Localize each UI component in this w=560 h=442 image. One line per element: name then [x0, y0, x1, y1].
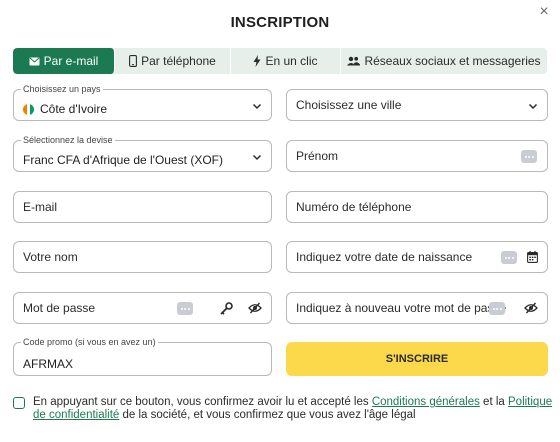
email-field[interactable]: E-mail [13, 191, 272, 223]
promo-code-field[interactable]: Code promo (si vous en avez un) AFRMAX [13, 336, 272, 376]
autofill-icon[interactable] [501, 251, 517, 264]
password-field[interactable]: Mot de passe [13, 292, 272, 324]
country-legend: Choisissez un pays [21, 83, 103, 95]
last-name-placeholder: Votre nom [23, 250, 78, 264]
tab-phone[interactable]: Par téléphone [115, 48, 231, 74]
city-placeholder: Choisissez une ville [296, 98, 402, 112]
tab-label: Par téléphone [141, 54, 216, 68]
eye-slash-icon[interactable] [248, 301, 262, 315]
page-title: INSCRIPTION [230, 14, 330, 31]
envelope-icon [29, 57, 40, 66]
tab-label: En un clic [265, 54, 318, 68]
last-name-field[interactable]: Votre nom [13, 241, 272, 273]
phone-field[interactable]: Numéro de téléphone [286, 191, 548, 223]
password-repeat-placeholder: Indiquez à nouveau votre mot de passe [296, 301, 507, 315]
registration-tabs: Par e-mail Par téléphone En un clic Rése… [13, 48, 547, 74]
key-icon[interactable] [219, 301, 233, 315]
country-select[interactable]: Choisissez un pays Côte d'Ivoire [13, 83, 272, 121]
phone-placeholder: Numéro de téléphone [296, 200, 412, 214]
calendar-icon[interactable] [526, 250, 538, 263]
tab-social[interactable]: Réseaux sociaux et messageries [341, 48, 547, 74]
ivory-coast-flag-icon [23, 103, 34, 115]
promo-legend: Code promo (si vous en avez un) [21, 336, 158, 348]
password-repeat-field[interactable]: Indiquez à nouveau votre mot de passe [286, 292, 548, 324]
city-select[interactable]: Choisissez une ville [286, 89, 548, 121]
terms-notice: En appuyant sur ce bouton, vous confirme… [13, 396, 553, 422]
register-button[interactable]: S'INSCRIRE [286, 342, 548, 376]
tab-label: Par e-mail [43, 54, 99, 68]
currency-legend: Sélectionnez la devise [21, 134, 115, 146]
first-name-field[interactable]: Prénom [286, 140, 548, 172]
terms-conditions-link[interactable]: Conditions générales [372, 396, 480, 408]
password-placeholder: Mot de passe [23, 301, 96, 315]
birthdate-field[interactable]: Indiquez votre date de naissance [286, 241, 548, 273]
chevron-down-icon [252, 103, 262, 110]
chevron-down-icon [252, 154, 262, 161]
terms-text: de la société, et vous confirmez que vou… [119, 409, 416, 421]
terms-text: et la [479, 396, 508, 408]
tab-label: Réseaux sociaux et messageries [364, 54, 541, 68]
currency-select[interactable]: Sélectionnez la devise Franc CFA d'Afriq… [13, 134, 272, 172]
lightning-icon [253, 55, 261, 67]
birthdate-placeholder: Indiquez votre date de naissance [296, 250, 473, 264]
phone-icon [129, 55, 138, 67]
autofill-icon[interactable] [177, 302, 193, 315]
autofill-icon[interactable] [521, 150, 537, 163]
terms-checkbox[interactable] [13, 397, 25, 409]
eye-slash-icon[interactable] [524, 301, 538, 315]
chevron-down-icon [528, 103, 538, 110]
currency-value: Franc CFA d'Afrique de l'Ouest (XOF) [23, 153, 223, 167]
country-value-wrap: Côte d'Ivoire [23, 102, 107, 116]
users-icon [347, 56, 361, 66]
terms-text: En appuyant sur ce bouton, vous confirme… [33, 396, 372, 408]
tab-one-click[interactable]: En un clic [231, 48, 341, 74]
tab-email[interactable]: Par e-mail [13, 48, 115, 74]
email-placeholder: E-mail [23, 200, 58, 214]
promo-value: AFRMAX [23, 357, 74, 371]
close-icon[interactable]: × [536, 4, 552, 20]
country-value: Côte d'Ivoire [40, 102, 107, 116]
first-name-placeholder: Prénom [296, 149, 339, 163]
autofill-icon[interactable] [489, 302, 505, 315]
